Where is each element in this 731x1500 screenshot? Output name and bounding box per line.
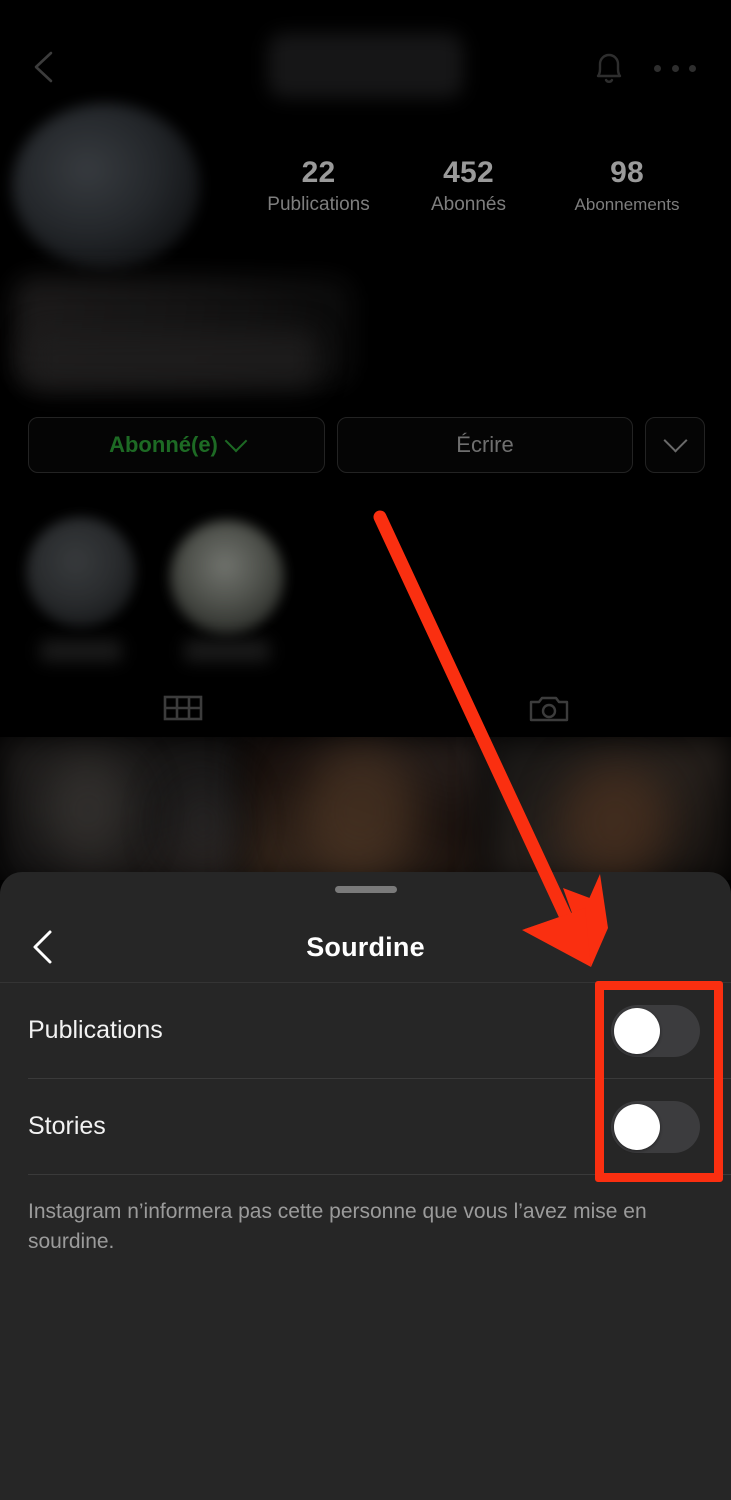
chevron-down-icon (224, 429, 248, 453)
following-button[interactable]: Abonné(e) (28, 417, 325, 473)
profile-action-buttons: Abonné(e) Écrire (0, 417, 731, 473)
feed-blur-blob (300, 747, 420, 877)
stat-publications[interactable]: 22 Publications (246, 156, 391, 218)
profile-feed-grid-blurred (0, 737, 731, 880)
drag-handle[interactable] (334, 886, 397, 893)
back-icon[interactable] (24, 44, 66, 90)
stat-label: Abonnements (574, 195, 680, 214)
mute-posts-row[interactable]: Publications (0, 983, 731, 1078)
phone-screenshot: 22 Publications 452 Abonnés 98 Abonnemen… (0, 0, 731, 1500)
story-highlight-label-blurred (40, 640, 122, 662)
profile-stats: 22 Publications 452 Abonnés 98 Abonnemen… (246, 156, 716, 226)
mute-bottom-sheet: Sourdine Publications Stories Instagram … (0, 872, 731, 1500)
stat-value: 452 (443, 156, 494, 189)
profile-username-blurred (268, 33, 463, 98)
stat-value: 22 (301, 156, 336, 189)
feed-blur-blob (560, 763, 670, 880)
toggle-knob (614, 1007, 660, 1054)
bell-icon[interactable] (588, 46, 630, 90)
row-label: Stories (28, 1112, 106, 1140)
stat-label: Abonnés (430, 194, 506, 215)
row-divider (28, 1174, 731, 1175)
stat-label: Publications (267, 194, 370, 215)
profile-tabbar (0, 690, 731, 736)
message-button[interactable]: Écrire (337, 417, 633, 473)
more-horizontal-icon[interactable] (654, 58, 696, 78)
story-highlight[interactable] (26, 517, 136, 627)
message-button-label: Écrire (456, 432, 514, 457)
profile-bio-line-blurred (28, 330, 318, 388)
chevron-down-icon (662, 427, 688, 453)
feed-blur-blob (40, 755, 136, 865)
mute-stories-row[interactable]: Stories (0, 1079, 731, 1174)
camera-icon[interactable] (526, 690, 572, 726)
profile-background: 22 Publications 452 Abonnés 98 Abonnemen… (0, 0, 731, 880)
mute-stories-toggle[interactable] (611, 1100, 700, 1153)
sheet-title: Sourdine (306, 931, 425, 962)
feed-blur-blob (168, 777, 238, 867)
sheet-header: Sourdine (0, 914, 731, 982)
stat-followers[interactable]: 452 Abonnés (396, 156, 541, 218)
toggle-knob (614, 1103, 660, 1150)
story-highlight[interactable] (170, 520, 284, 634)
mute-description-text: Instagram n’informera pas cette personne… (28, 1200, 647, 1253)
grid-icon[interactable] (160, 690, 206, 726)
profile-avatar[interactable] (12, 103, 200, 269)
following-button-label: Abonné(e) (109, 432, 218, 457)
stat-value: 98 (610, 156, 644, 189)
story-highlight-label-blurred (184, 640, 270, 662)
mute-posts-toggle[interactable] (611, 1004, 700, 1057)
suggestions-dropdown-button[interactable] (645, 417, 705, 473)
stat-following[interactable]: 98 Abonnements (538, 156, 716, 218)
row-label: Publications (28, 1016, 163, 1044)
